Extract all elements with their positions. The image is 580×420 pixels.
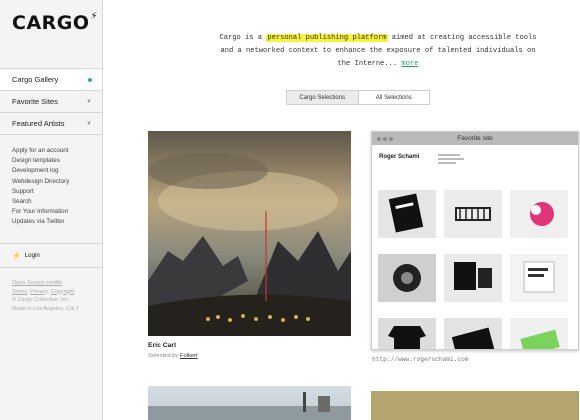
thumbnail (510, 190, 568, 238)
sidebar-item-label: Favorite Sites (12, 97, 58, 106)
selected-by-prefix: Selected by (148, 353, 180, 359)
selected-by-link[interactable]: Folkert (180, 353, 198, 359)
logo-text: CARGO (12, 12, 90, 34)
thumbnail (444, 254, 502, 302)
collective-text: © Cargo Collective, Inc. (12, 297, 70, 303)
thumbnail (378, 318, 436, 349)
link-fyi[interactable]: For Your Information (12, 207, 69, 217)
sidebar-links: Apply for an account Design templates De… (12, 146, 69, 228)
link-development-log[interactable]: Development log (12, 166, 69, 176)
link-webdesign-directory[interactable]: Webdesign Directory (12, 177, 69, 187)
lightning-icon: ⚡ (90, 11, 99, 22)
login-label: Login (24, 252, 40, 259)
featured-title[interactable]: Eric Carl (148, 342, 176, 349)
link-design-templates[interactable]: Design templates (12, 156, 69, 166)
link-apply[interactable]: Apply for an account (12, 146, 69, 156)
intro-text: Cargo is a personal publishing platform … (218, 32, 538, 71)
sidebar: CARGO ⚡ Cargo Gallery Favorite Sites ▼ F… (0, 0, 103, 420)
open-source-link[interactable]: Open Source credits (12, 280, 62, 286)
featured-selected-by: Selected by Folkert (148, 353, 198, 359)
thumbnail (444, 190, 502, 238)
copyright-link[interactable]: Copyright (51, 289, 75, 295)
link-support[interactable]: Support (12, 187, 69, 197)
lightning-icon: ⚡ (12, 252, 21, 260)
favorite-site-url[interactable]: http://www.rogerschami.com (372, 356, 469, 363)
privacy-link[interactable]: Privacy (30, 289, 48, 295)
tab-cargo-selections[interactable]: Cargo Selections (287, 91, 359, 104)
sidebar-item-cargo-gallery[interactable]: Cargo Gallery (0, 69, 102, 91)
thumbnail (510, 318, 568, 349)
sidebar-item-label: Featured Artists (12, 119, 65, 128)
window-titlebar: Favorite site (372, 132, 578, 145)
link-search[interactable]: Search (12, 197, 69, 207)
landscape-artwork (148, 131, 351, 336)
terms-link[interactable]: Terms (12, 289, 27, 295)
thumbnail (444, 318, 502, 349)
window-title: Favorite site (457, 135, 493, 142)
chevron-down-icon: ▼ (86, 120, 92, 127)
made-in-text: Made in Los Angeles, Cal.† (12, 305, 79, 312)
artwork-image[interactable] (371, 391, 579, 420)
thumbnail (510, 254, 568, 302)
featured-artwork-image[interactable] (148, 131, 351, 336)
link-twitter-updates[interactable]: Updates via Twitter (12, 217, 69, 227)
artwork-image[interactable] (148, 386, 351, 420)
sidebar-nav: Cargo Gallery Favorite Sites ▼ Featured … (0, 68, 102, 135)
sidebar-item-featured-artists[interactable]: Featured Artists ▼ (0, 113, 102, 135)
chevron-down-icon: ▼ (86, 98, 92, 105)
sidebar-item-label: Cargo Gallery (12, 75, 59, 84)
thumbnail (378, 190, 436, 238)
tab-all-selections[interactable]: All Selections (359, 91, 430, 104)
selection-tabs: Cargo Selections All Selections (286, 90, 430, 105)
favorite-site-window[interactable]: Favorite site Roger Schami (371, 131, 579, 350)
cargo-logo[interactable]: CARGO ⚡ (12, 11, 99, 34)
site-meta-lines (438, 154, 464, 164)
active-dot-icon (88, 77, 92, 82)
intro-highlight: personal publishing platform (266, 34, 388, 42)
sidebar-item-favorite-sites[interactable]: Favorite Sites ▼ (0, 91, 102, 113)
more-link[interactable]: more (401, 60, 418, 68)
intro-before: Cargo is a (219, 34, 267, 42)
landscape-thumbnail (148, 392, 351, 420)
site-name: Roger Schami (379, 154, 420, 160)
sidebar-footer: Open Source credits Terms, Privacy, Copy… (12, 280, 79, 312)
login-button[interactable]: ⚡ Login (0, 243, 102, 268)
thumbnail (378, 254, 436, 302)
